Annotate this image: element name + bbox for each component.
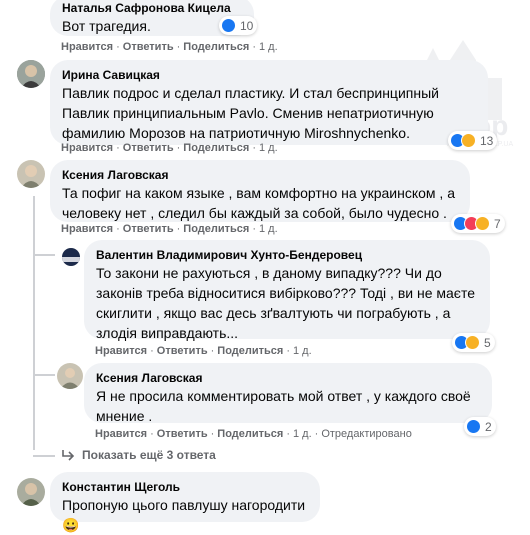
show-more-label: Показать ещё 3 ответа [82,448,216,462]
like-button[interactable]: Нравится [61,41,113,53]
comment-author[interactable]: Ксения Лаговская [96,370,480,386]
reply-button[interactable]: Ответить [157,345,208,357]
timestamp[interactable]: 1 д. [293,345,312,357]
like-button[interactable]: Нравится [61,223,113,235]
like-button[interactable]: Нравится [61,142,113,154]
avatar[interactable] [17,60,45,88]
comment-bubble: Валентин Владимирович Хунто-Бендеровец Т… [84,240,490,341]
haha-icon [475,216,490,231]
reply-button[interactable]: Ответить [123,223,174,235]
like-button[interactable]: Нравится [95,428,147,440]
reaction-summary[interactable]: 13 [448,131,498,150]
reply-arrow-icon [62,450,75,461]
timestamp[interactable]: 1 д. [259,142,278,154]
comment-author[interactable]: Ксения Лаговская [62,167,458,183]
reply-button[interactable]: Ответить [123,41,174,53]
reaction-count: 13 [480,133,494,148]
comment-bubble: Константин Щеголь Пропоную цього павлушу… [50,472,320,533]
comment-text: Вот трагедия. [62,18,151,34]
comment-text: Пропоную цього павлушу нагородити 😀 [62,497,306,533]
comment-actions: Нравится · Ответить · Поделиться · 1 д. [61,41,278,53]
avatar[interactable] [17,478,45,506]
avatar[interactable] [57,363,83,389]
reaction-summary[interactable]: 10 [219,16,258,35]
reaction-count: 5 [484,335,491,350]
like-button[interactable]: Нравится [95,345,147,357]
like-icon [221,18,236,33]
avatar[interactable] [62,248,80,266]
show-more-replies-button[interactable]: Показать ещё 3 ответа [60,448,216,462]
thread-line [33,254,55,256]
reply-button[interactable]: Ответить [157,428,208,440]
comment-author[interactable]: Константин Щеголь [62,479,308,495]
thread-line [33,374,55,376]
comment-text: Павлик подрос и сделал пластику. И стал … [62,85,439,141]
reply-button[interactable]: Ответить [123,142,174,154]
comment-text: Та пофиг на каком языке , вам комфортно … [62,185,455,221]
share-button[interactable]: Поделиться [183,142,249,154]
haha-icon [461,133,476,148]
avatar[interactable] [17,160,45,188]
reaction-count: 2 [485,419,492,434]
comment-author[interactable]: Ирина Савицкая [62,67,476,83]
share-button[interactable]: Поделиться [217,428,283,440]
comment-bubble: Ирина Савицкая Павлик подрос и сделал пл… [50,60,488,145]
comment-bubble: Ксения Лаговская Я не просила комментиро… [84,363,492,424]
comment-author[interactable]: Наталья Сафронова Кицела [62,0,242,16]
like-icon [466,419,481,434]
reaction-summary[interactable]: 2 [464,417,496,436]
comment-text: То закони не рахуються , в даному випадк… [96,265,475,341]
comment-actions: Нравится · Ответить · Поделиться · 1 д. · Отреда… [95,428,412,440]
thread-line [33,196,35,450]
timestamp[interactable]: 1 д. [259,41,278,53]
timestamp[interactable]: 1 д. [293,428,312,440]
reaction-summary[interactable]: 5 [452,333,495,352]
reaction-count: 7 [494,216,501,231]
comment-text: Я не просила комментировать мой ответ , … [96,388,471,424]
comment-bubble: Ксения Лаговская Та пофиг на каком языке… [50,160,470,222]
comment-actions: Нравится · Ответить · Поделиться · 1 д. [61,142,278,154]
edited-label[interactable]: Отредактировано [321,428,412,440]
comment-author[interactable]: Валентин Владимирович Хунто-Бендеровец [96,247,478,263]
thread-line [33,455,55,457]
timestamp[interactable]: 1 д. [259,223,278,235]
comment-actions: Нравится · Ответить · Поделиться · 1 д. [95,345,312,357]
share-button[interactable]: Поделиться [217,345,283,357]
reaction-count: 10 [240,18,254,33]
haha-icon [465,335,480,350]
comment-actions: Нравится · Ответить · Поделиться · 1 д. [61,223,278,235]
reaction-summary[interactable]: 7 [451,214,505,233]
share-button[interactable]: Поделиться [183,41,249,53]
share-button[interactable]: Поделиться [183,223,249,235]
